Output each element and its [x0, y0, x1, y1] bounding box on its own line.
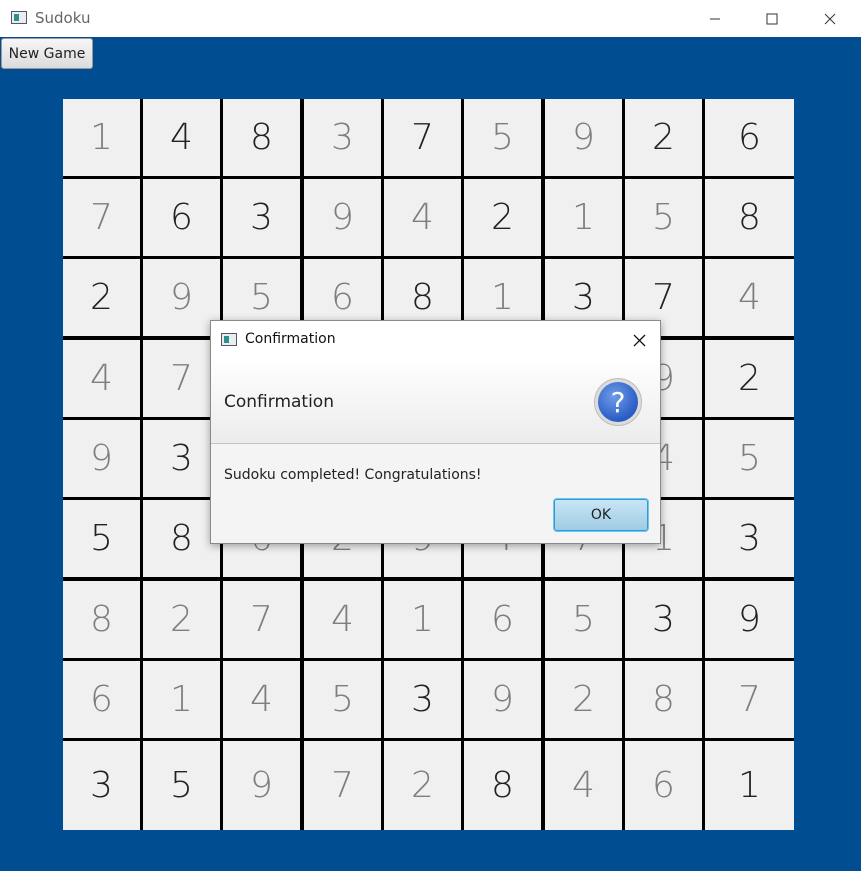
confirmation-dialog: Confirmation Confirmation ? Sudoku compl…	[210, 320, 661, 544]
dialog-titlebar: Confirmation	[211, 321, 660, 358]
question-icon: ?	[594, 378, 642, 426]
dialog-app-icon	[221, 333, 237, 346]
modal-overlay: Confirmation Confirmation ? Sudoku compl…	[0, 0, 861, 871]
close-icon	[633, 334, 645, 346]
ok-button[interactable]: OK	[554, 499, 648, 531]
dialog-header-text: Confirmation	[224, 392, 334, 412]
dialog-message: Sudoku completed! Congratulations!	[224, 467, 482, 483]
dialog-title: Confirmation	[245, 331, 336, 347]
dialog-header: Confirmation ?	[211, 358, 660, 444]
dialog-close-button[interactable]	[625, 327, 653, 353]
question-mark: ?	[598, 382, 638, 422]
